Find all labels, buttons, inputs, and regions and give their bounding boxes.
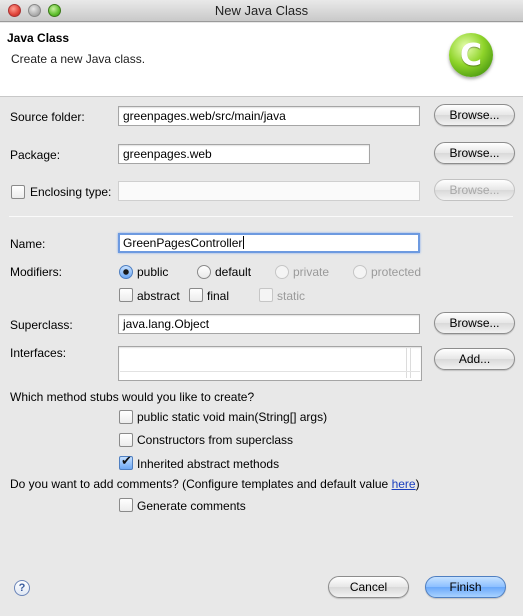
main-method-checkbox[interactable] (119, 410, 133, 424)
modifier-static-checkbox[interactable] (259, 288, 273, 302)
constructors-label: Constructors from superclass (137, 433, 294, 447)
source-folder-browse-button[interactable]: Browse... (434, 104, 515, 126)
modifier-abstract-checkbox[interactable] (119, 288, 133, 302)
modifier-private-label: private (293, 265, 330, 279)
comments-question-close: ) (415, 477, 420, 491)
cancel-button[interactable]: Cancel (328, 576, 409, 598)
generate-comments-checkbox[interactable] (119, 498, 133, 512)
wizard-title: Java Class (7, 31, 70, 45)
enclosing-type-label: Enclosing type: (30, 185, 112, 199)
modifier-protected-radio[interactable] (353, 265, 367, 279)
interfaces-list-scrollbar[interactable] (406, 348, 411, 378)
superclass-browse-button[interactable]: Browse... (434, 312, 515, 334)
package-label: Package: (10, 148, 61, 162)
title-bar[interactable]: New Java Class (0, 0, 523, 22)
modifier-public-radio[interactable] (119, 265, 133, 279)
enclosing-type-browse-button[interactable]: Browse... (434, 179, 515, 201)
window-title: New Java Class (214, 3, 309, 18)
modifier-public-label: public (137, 265, 169, 279)
source-folder-input[interactable]: greenpages.web/src/main/java (118, 106, 420, 126)
interfaces-list-hscroll (120, 371, 420, 372)
modifiers-label: Modifiers: (10, 265, 63, 279)
wizard-description: Create a new Java class. (11, 52, 146, 66)
comments-question-text: Do you want to add comments? (Configure … (10, 477, 392, 491)
modifier-final-checkbox[interactable] (189, 288, 203, 302)
interfaces-label: Interfaces: (10, 346, 67, 360)
enclosing-type-checkbox[interactable] (11, 185, 25, 199)
name-label: Name: (10, 237, 46, 251)
java-class-icon: C (449, 33, 493, 77)
enclosing-type-input[interactable] (118, 181, 420, 201)
new-java-class-dialog: New Java Class Java Class Create a new J… (0, 0, 523, 616)
method-stubs-question: Which method stubs would you like to cre… (10, 390, 255, 404)
modifier-default-label: default (215, 265, 252, 279)
package-input[interactable]: greenpages.web (118, 144, 370, 164)
name-input[interactable]: GreenPagesController (118, 233, 420, 253)
name-input-value: GreenPagesController (123, 236, 243, 250)
superclass-input[interactable]: java.lang.Object (118, 314, 420, 334)
add-interface-button[interactable]: Add... (434, 348, 515, 370)
modifier-protected-label: protected (371, 265, 422, 279)
help-icon[interactable]: ? (14, 580, 30, 596)
modifier-final-label: final (207, 289, 230, 303)
wizard-header: Java Class Create a new Java class. C (0, 23, 523, 97)
separator (9, 216, 513, 217)
main-method-label: public static void main(String[] args) (137, 410, 328, 424)
comments-question: Do you want to add comments? (Configure … (10, 477, 420, 491)
inherited-methods-label: Inherited abstract methods (137, 457, 280, 471)
modifier-static-label: static (277, 289, 306, 303)
inherited-methods-checkbox[interactable] (119, 454, 133, 470)
modifier-private-radio[interactable] (275, 265, 289, 279)
interfaces-list[interactable] (118, 346, 422, 381)
constructors-checkbox[interactable] (119, 433, 133, 447)
source-folder-label: Source folder: (10, 110, 85, 124)
finish-button[interactable]: Finish (425, 576, 506, 598)
package-browse-button[interactable]: Browse... (434, 142, 515, 164)
modifier-abstract-label: abstract (137, 289, 180, 303)
configure-templates-link[interactable]: here (392, 477, 416, 491)
generate-comments-label: Generate comments (137, 499, 246, 513)
modifier-default-radio[interactable] (197, 265, 211, 279)
superclass-label: Superclass: (10, 318, 73, 332)
